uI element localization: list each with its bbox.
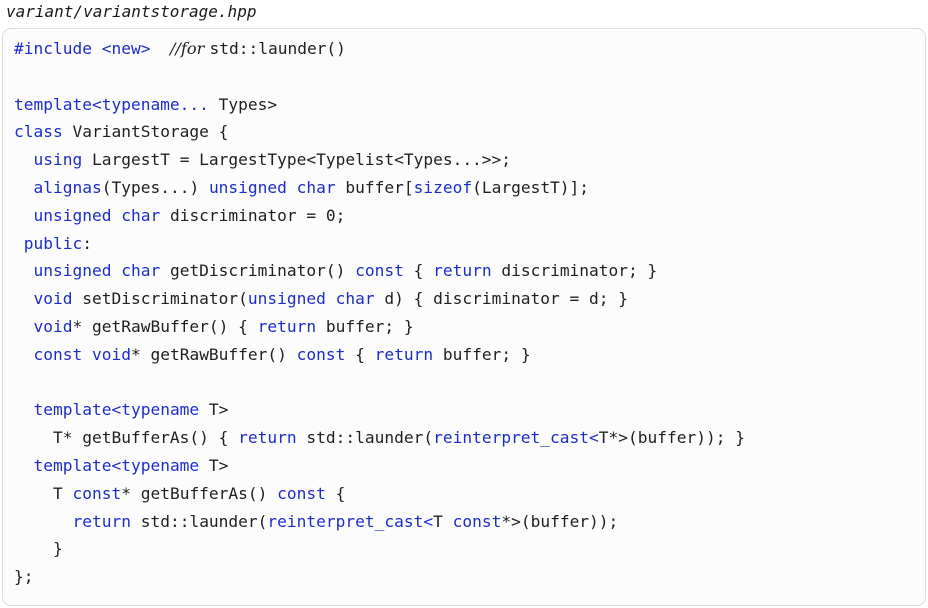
code-token-text: discriminator; } [491,261,658,281]
code-token-text: std::launder( [130,511,268,531]
code-token-text: std::launder( [296,428,434,448]
code-token-keyword: const [277,483,326,503]
code-token-text: std::launder() [209,39,346,58]
code-token-text: (LargestT)]; [472,177,590,197]
code-token-text: T* getBufferAs() { [14,428,239,448]
code-token-text: T*>(buffer)); } [598,428,745,448]
code-line: template<typename T> [14,396,745,424]
code-token-keyword: unsigned char [208,177,336,197]
code-line: void* getRawBuffer() { return buffer; } [14,313,745,341]
code-token-keyword: void [33,289,73,309]
code-token-keyword: const [355,261,404,281]
code-token-keyword: const void [33,344,131,364]
code-token-keyword: return [374,344,434,364]
code-token-text: T> [199,455,229,475]
code-token-text: buffer; } [316,316,414,336]
code-token-text: : [82,233,92,253]
code-token-text: }; [14,567,34,587]
code-line: using LargestT = LargestType<Typelist<Ty… [14,146,745,174]
code-token-text: * getBufferAs() [121,483,278,503]
code-line: #include <new> //for std::launder() [14,35,745,63]
code-line: unsigned char discriminator = 0; [14,202,745,230]
code-token-text: VariantStorage { [62,122,229,142]
code-token-keyword: const [452,511,502,531]
code-token-keyword: const [296,344,346,364]
code-token-text: } [14,539,63,559]
code-token-text: setDiscriminator( [72,289,248,309]
code-line: const void* getRawBuffer() const { retur… [14,341,745,369]
code-token-keyword: public [23,233,83,253]
code-token-text: { [403,261,434,281]
code-line: class VariantStorage { [14,118,745,146]
code-token-keyword: template<typename [33,400,200,420]
code-token-keyword: reinterpret_cast< [267,511,434,531]
code-line: void setDiscriminator(unsigned char d) {… [14,285,745,313]
code-token-text: * getRawBuffer() { [72,316,258,336]
code-token-keyword: unsigned char [33,261,161,281]
code-token-keyword: return [238,428,297,448]
code-token-text: d) { discriminator = d; } [374,289,629,309]
code-line: } [14,535,745,563]
code-line: unsigned char getDiscriminator() const {… [14,257,745,285]
code-token-keyword: return [72,511,131,531]
code-token-keyword: sizeof [413,177,473,197]
code-token-keyword: void [33,316,73,336]
code-token-keyword: unsigned char [247,289,375,309]
code-listing-box: #include <new> //for std::launder() temp… [2,28,926,606]
code-token-comment: //for [169,39,210,58]
code-listing-filename: variant/variantstorage.hpp [6,2,257,21]
code-token-text: * getRawBuffer() [130,344,297,364]
code-token-keyword: using [33,150,83,170]
code-token-keyword: return [257,316,317,336]
code-token-text: buffer; } [433,344,531,364]
code-token-text: buffer[ [335,177,414,197]
code-token-keyword: class [14,122,63,142]
code-line: T* getBufferAs() { return std::launder(r… [14,424,745,452]
code-line: T const* getBufferAs() const { [14,480,745,508]
code-line: template<typename T> [14,452,745,480]
code-line: return std::launder(reinterpret_cast<T c… [14,508,745,536]
code-token-keyword: const [72,483,122,503]
code-token-text: T [433,511,453,531]
code-token-keyword: template<typename... [14,94,209,114]
code-token-text: T [14,483,73,503]
code-token-text: (Types...) [101,177,209,197]
code-line: }; [14,563,745,591]
code-token-text: { [345,344,375,364]
code-token-text: Types> [208,94,278,114]
code-token-keyword: reinterpret_cast< [433,428,599,448]
code-listing: #include <new> //for std::launder() temp… [14,35,745,591]
code-token-text: LargestT = LargestType<Typelist<Types...… [82,150,512,170]
code-token-keyword: template<typename [33,455,200,475]
code-token-text: *>(buffer)); [501,511,619,531]
code-token-keyword: return [433,261,492,281]
code-token-keyword: #include <new> [14,39,151,58]
code-line: alignas(Types...) unsigned char buffer[s… [14,174,745,202]
code-line: public: [14,230,745,258]
code-line: template<typename... Types> [14,91,745,119]
code-token-text: T> [199,400,229,420]
code-token-text: { [325,483,346,503]
code-token-keyword: alignas [33,177,102,197]
code-token-keyword: unsigned char [33,205,161,225]
code-token-text: getDiscriminator() [160,261,356,281]
code-token-text: discriminator = 0; [160,205,346,225]
